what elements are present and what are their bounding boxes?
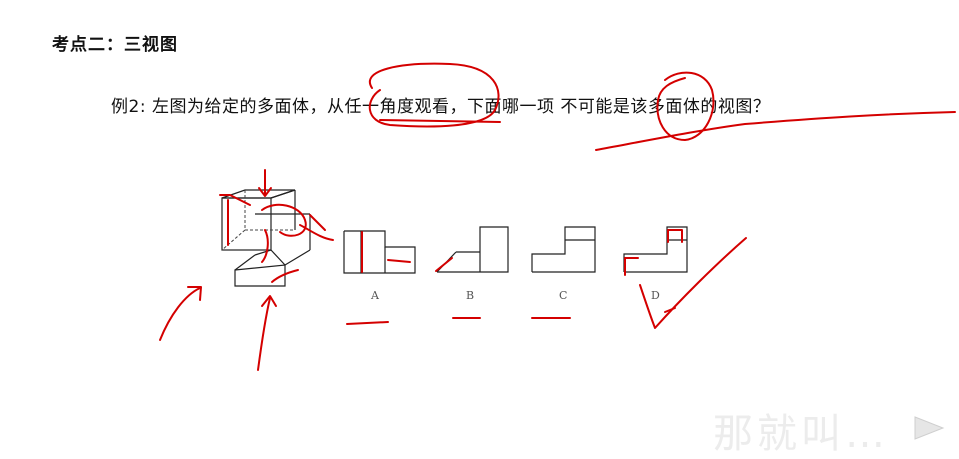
watermark-text: 那就叫…: [713, 411, 889, 457]
play-icon[interactable]: [909, 413, 949, 443]
handwritten-annotations: [159, 62, 956, 371]
